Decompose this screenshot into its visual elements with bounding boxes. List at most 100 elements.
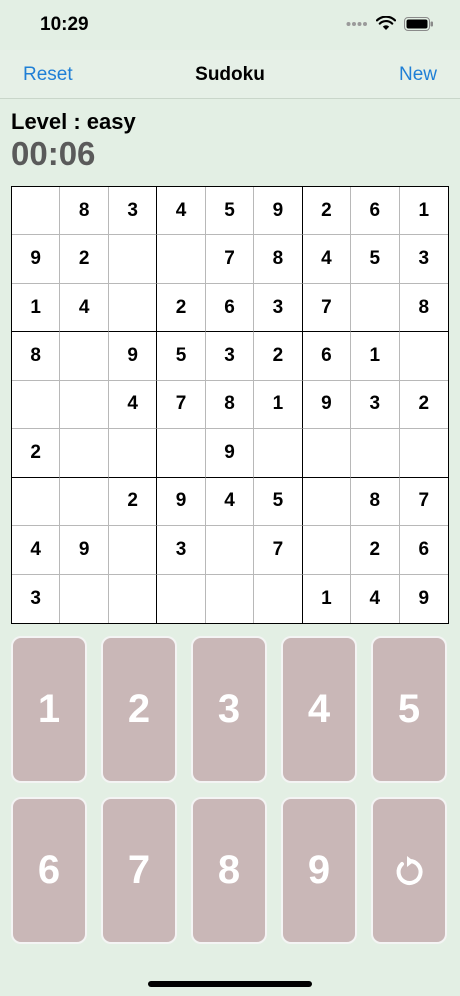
- sudoku-cell[interactable]: 9: [302, 380, 352, 430]
- sudoku-cell[interactable]: 9: [205, 429, 255, 478]
- sudoku-cell[interactable]: 1: [351, 332, 400, 381]
- sudoku-cell[interactable]: [157, 574, 206, 623]
- number-key-3[interactable]: 3: [191, 636, 267, 783]
- sudoku-cell[interactable]: 5: [254, 477, 303, 527]
- sudoku-cell[interactable]: 3: [157, 526, 206, 575]
- sudoku-cell[interactable]: 3: [399, 235, 448, 284]
- sudoku-cell[interactable]: 6: [351, 187, 400, 236]
- sudoku-cell[interactable]: 3: [12, 574, 61, 623]
- sudoku-cell[interactable]: 5: [157, 332, 206, 381]
- status-bar: 10:29: [0, 0, 460, 50]
- sudoku-cell[interactable]: 3: [254, 283, 303, 333]
- number-key-4[interactable]: 4: [281, 636, 357, 783]
- number-key-9[interactable]: 9: [281, 797, 357, 944]
- sudoku-cell[interactable]: 3: [351, 380, 400, 430]
- sudoku-cell[interactable]: [206, 574, 255, 623]
- number-key-7[interactable]: 7: [101, 797, 177, 944]
- sudoku-cell[interactable]: 6: [205, 283, 255, 333]
- sudoku-cell[interactable]: 2: [302, 187, 352, 236]
- number-key-1[interactable]: 1: [11, 636, 87, 783]
- sudoku-cell[interactable]: [399, 332, 448, 381]
- number-key-5[interactable]: 5: [371, 636, 447, 783]
- sudoku-cell[interactable]: [109, 574, 158, 623]
- sudoku-cell[interactable]: 9: [60, 526, 109, 575]
- sudoku-cell[interactable]: [60, 477, 109, 527]
- sudoku-cell[interactable]: 7: [399, 478, 448, 527]
- status-icons: [346, 16, 434, 31]
- number-key-6[interactable]: 6: [11, 797, 87, 944]
- new-game-button[interactable]: New: [399, 64, 437, 86]
- sudoku-cell[interactable]: 8: [399, 284, 448, 333]
- sudoku-cell[interactable]: 9: [254, 187, 303, 236]
- sudoku-cell[interactable]: [108, 283, 158, 333]
- nav-title: Sudoku: [195, 64, 265, 85]
- sudoku-cell[interactable]: 4: [157, 187, 206, 236]
- sudoku-cell[interactable]: [60, 332, 109, 381]
- sudoku-cell[interactable]: 9: [108, 332, 158, 381]
- sudoku-cell[interactable]: 3: [205, 332, 255, 381]
- sudoku-cell[interactable]: 4: [302, 235, 352, 284]
- sudoku-cell[interactable]: 1: [303, 574, 352, 623]
- sudoku-cell[interactable]: [351, 283, 400, 333]
- sudoku-cell[interactable]: [108, 429, 158, 478]
- navigation-bar: Reset Sudoku New: [0, 50, 460, 99]
- wifi-icon: [376, 16, 396, 30]
- sudoku-cell[interactable]: [302, 429, 352, 478]
- sudoku-cell[interactable]: [60, 429, 109, 478]
- number-key-8[interactable]: 8: [191, 797, 267, 944]
- sudoku-cell[interactable]: [302, 526, 352, 575]
- number-key-2[interactable]: 2: [101, 636, 177, 783]
- sudoku-cell[interactable]: 2: [60, 235, 109, 284]
- sudoku-cell[interactable]: [108, 235, 158, 284]
- sudoku-cell[interactable]: [157, 429, 206, 478]
- sudoku-cell[interactable]: [60, 380, 109, 430]
- sudoku-cell[interactable]: 4: [108, 380, 158, 430]
- sudoku-cell[interactable]: [12, 380, 61, 430]
- sudoku-cell[interactable]: 2: [12, 429, 61, 478]
- sudoku-cell[interactable]: 4: [205, 477, 255, 527]
- sudoku-cell[interactable]: 2: [399, 381, 448, 430]
- sudoku-cell[interactable]: [351, 429, 400, 478]
- sudoku-cell[interactable]: 8: [60, 187, 109, 236]
- sudoku-cell[interactable]: 1: [399, 187, 448, 236]
- sudoku-cell[interactable]: 8: [351, 477, 400, 527]
- sudoku-cell[interactable]: 1: [12, 283, 61, 333]
- sudoku-cell[interactable]: 2: [108, 477, 158, 527]
- signal-icon: [346, 21, 367, 26]
- sudoku-cell[interactable]: 5: [351, 235, 400, 284]
- sudoku-cell[interactable]: [254, 429, 303, 478]
- sudoku-cell[interactable]: 7: [302, 283, 352, 333]
- sudoku-cell[interactable]: 7: [205, 235, 255, 284]
- sudoku-cell[interactable]: 8: [254, 235, 303, 284]
- sudoku-cell[interactable]: [60, 574, 109, 623]
- sudoku-cell[interactable]: 1: [254, 380, 303, 430]
- sudoku-cell[interactable]: [12, 187, 61, 236]
- sudoku-cell[interactable]: [157, 235, 206, 284]
- sudoku-cell[interactable]: [12, 477, 61, 527]
- sudoku-cell[interactable]: 6: [302, 332, 352, 381]
- sudoku-cell[interactable]: 2: [254, 332, 303, 381]
- sudoku-cell[interactable]: 8: [205, 380, 255, 430]
- sudoku-cell[interactable]: 2: [157, 283, 206, 333]
- sudoku-cell[interactable]: [399, 429, 448, 478]
- undo-button[interactable]: [371, 797, 447, 944]
- sudoku-cell[interactable]: [205, 526, 255, 575]
- home-indicator: [148, 981, 312, 987]
- sudoku-cell[interactable]: 6: [399, 526, 448, 575]
- battery-icon: [404, 16, 433, 31]
- sudoku-cell[interactable]: 3: [108, 187, 158, 236]
- sudoku-cell[interactable]: 4: [351, 574, 400, 623]
- sudoku-cell[interactable]: 9: [157, 477, 206, 527]
- sudoku-cell[interactable]: 7: [157, 380, 206, 430]
- sudoku-cell[interactable]: 4: [60, 283, 109, 333]
- sudoku-cell[interactable]: [254, 574, 303, 623]
- sudoku-cell[interactable]: [302, 477, 352, 527]
- sudoku-cell[interactable]: 5: [205, 187, 255, 236]
- sudoku-cell[interactable]: 7: [254, 526, 303, 575]
- sudoku-cell[interactable]: 4: [12, 526, 61, 575]
- sudoku-cell[interactable]: [108, 526, 158, 575]
- sudoku-cell[interactable]: 2: [351, 526, 400, 575]
- sudoku-cell[interactable]: 8: [12, 332, 61, 381]
- sudoku-cell[interactable]: 9: [12, 235, 61, 284]
- sudoku-cell[interactable]: 9: [400, 575, 448, 623]
